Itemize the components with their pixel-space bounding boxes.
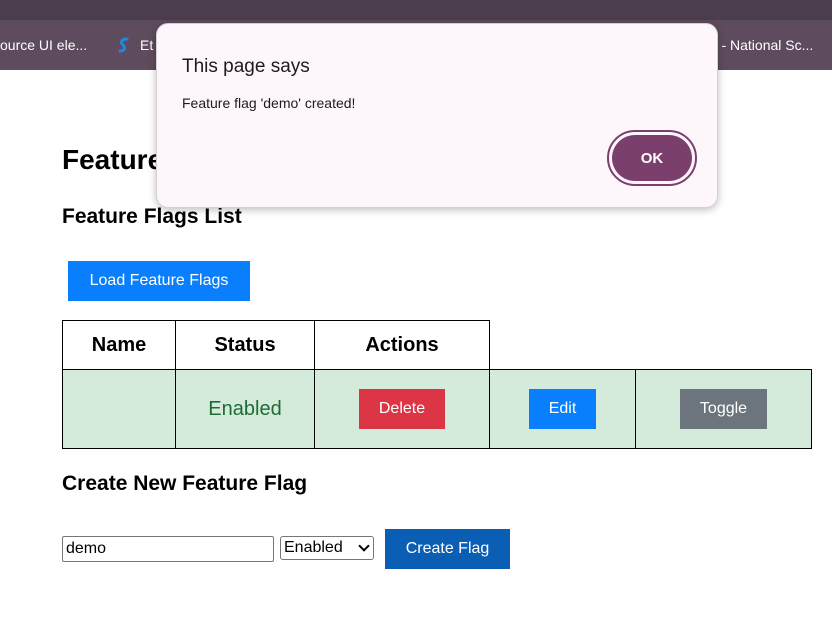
bookmark-item[interactable]: ne - National Sc... — [702, 20, 813, 70]
table-cell-name — [62, 369, 176, 449]
table-cell-status: Enabled — [175, 369, 315, 449]
browser-tab-strip — [0, 0, 832, 20]
delete-button[interactable]: Delete — [359, 389, 445, 429]
alert-dialog: This page says Feature flag 'demo' creat… — [156, 23, 718, 208]
table-header-status: Status — [175, 320, 315, 370]
status-value: Enabled — [208, 397, 282, 420]
dialog-message: Feature flag 'demo' created! — [182, 95, 356, 111]
table-cell-delete: Delete — [314, 369, 490, 449]
dialog-title: This page says — [182, 56, 310, 77]
status-select-value: Enabled — [284, 539, 343, 556]
table-cell-edit: Edit — [489, 369, 636, 449]
load-feature-flags-button[interactable]: Load Feature Flags — [68, 261, 250, 301]
feature-flags-list-heading: Feature Flags List — [62, 205, 242, 228]
bookmark-item[interactable]: Et — [116, 20, 153, 70]
bookmark-favicon-icon — [118, 37, 129, 53]
bookmark-item[interactable]: ource UI ele... — [0, 20, 87, 70]
flag-status-select[interactable]: Enabled — [280, 536, 374, 560]
chevron-down-icon — [358, 540, 370, 552]
create-flag-heading: Create New Feature Flag — [62, 472, 308, 495]
table-header-name: Name — [62, 320, 176, 370]
page-title: Feature — [62, 144, 164, 175]
edit-button[interactable]: Edit — [529, 389, 596, 429]
create-flag-button[interactable]: Create Flag — [385, 529, 510, 569]
table-cell-toggle: Toggle — [635, 369, 812, 449]
bookmark-label: Et — [140, 37, 154, 53]
ok-button[interactable]: OK — [612, 135, 692, 181]
table-header-actions: Actions — [314, 320, 490, 370]
toggle-button[interactable]: Toggle — [680, 389, 767, 429]
flag-name-input[interactable] — [62, 536, 274, 562]
